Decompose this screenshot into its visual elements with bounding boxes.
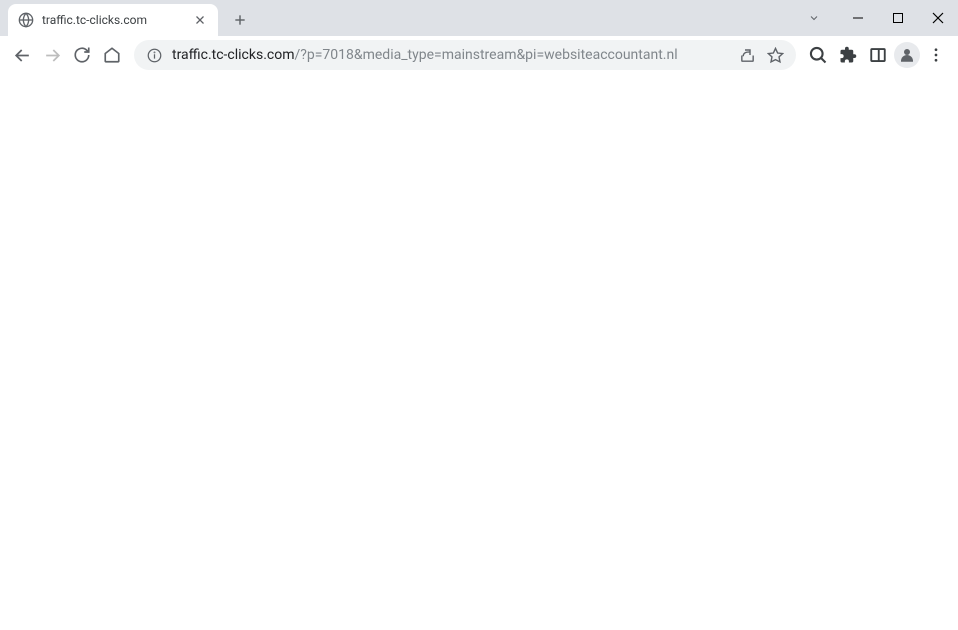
bookmark-star-icon[interactable] <box>766 46 784 64</box>
url-text: traffic.tc-clicks.com/?p=7018&media_type… <box>172 47 728 63</box>
maximize-button[interactable] <box>878 3 918 33</box>
address-bar[interactable]: traffic.tc-clicks.com/?p=7018&media_type… <box>134 40 796 70</box>
side-panel-button[interactable] <box>864 41 892 69</box>
browser-toolbar: traffic.tc-clicks.com/?p=7018&media_type… <box>0 36 958 74</box>
globe-icon <box>18 12 34 28</box>
window-controls <box>794 0 958 36</box>
search-button[interactable] <box>804 41 832 69</box>
minimize-button[interactable] <box>838 3 878 33</box>
close-tab-button[interactable] <box>192 12 208 28</box>
profile-button[interactable] <box>894 42 920 68</box>
forward-button[interactable] <box>38 41 66 69</box>
page-content <box>0 74 958 630</box>
url-domain: traffic.tc-clicks.com <box>172 47 294 63</box>
extensions-button[interactable] <box>834 41 862 69</box>
back-button[interactable] <box>8 41 36 69</box>
browser-tab[interactable]: traffic.tc-clicks.com <box>8 4 218 36</box>
tab-search-button[interactable] <box>794 3 834 33</box>
home-button[interactable] <box>98 41 126 69</box>
close-window-button[interactable] <box>918 3 958 33</box>
address-bar-actions <box>738 46 784 64</box>
reload-button[interactable] <box>68 41 96 69</box>
share-icon[interactable] <box>738 46 756 64</box>
new-tab-button[interactable] <box>226 6 254 34</box>
tab-title: traffic.tc-clicks.com <box>42 13 184 27</box>
url-path: /?p=7018&media_type=mainstream&pi=websit… <box>294 47 677 63</box>
site-info-icon[interactable] <box>146 47 162 63</box>
menu-button[interactable] <box>922 41 950 69</box>
